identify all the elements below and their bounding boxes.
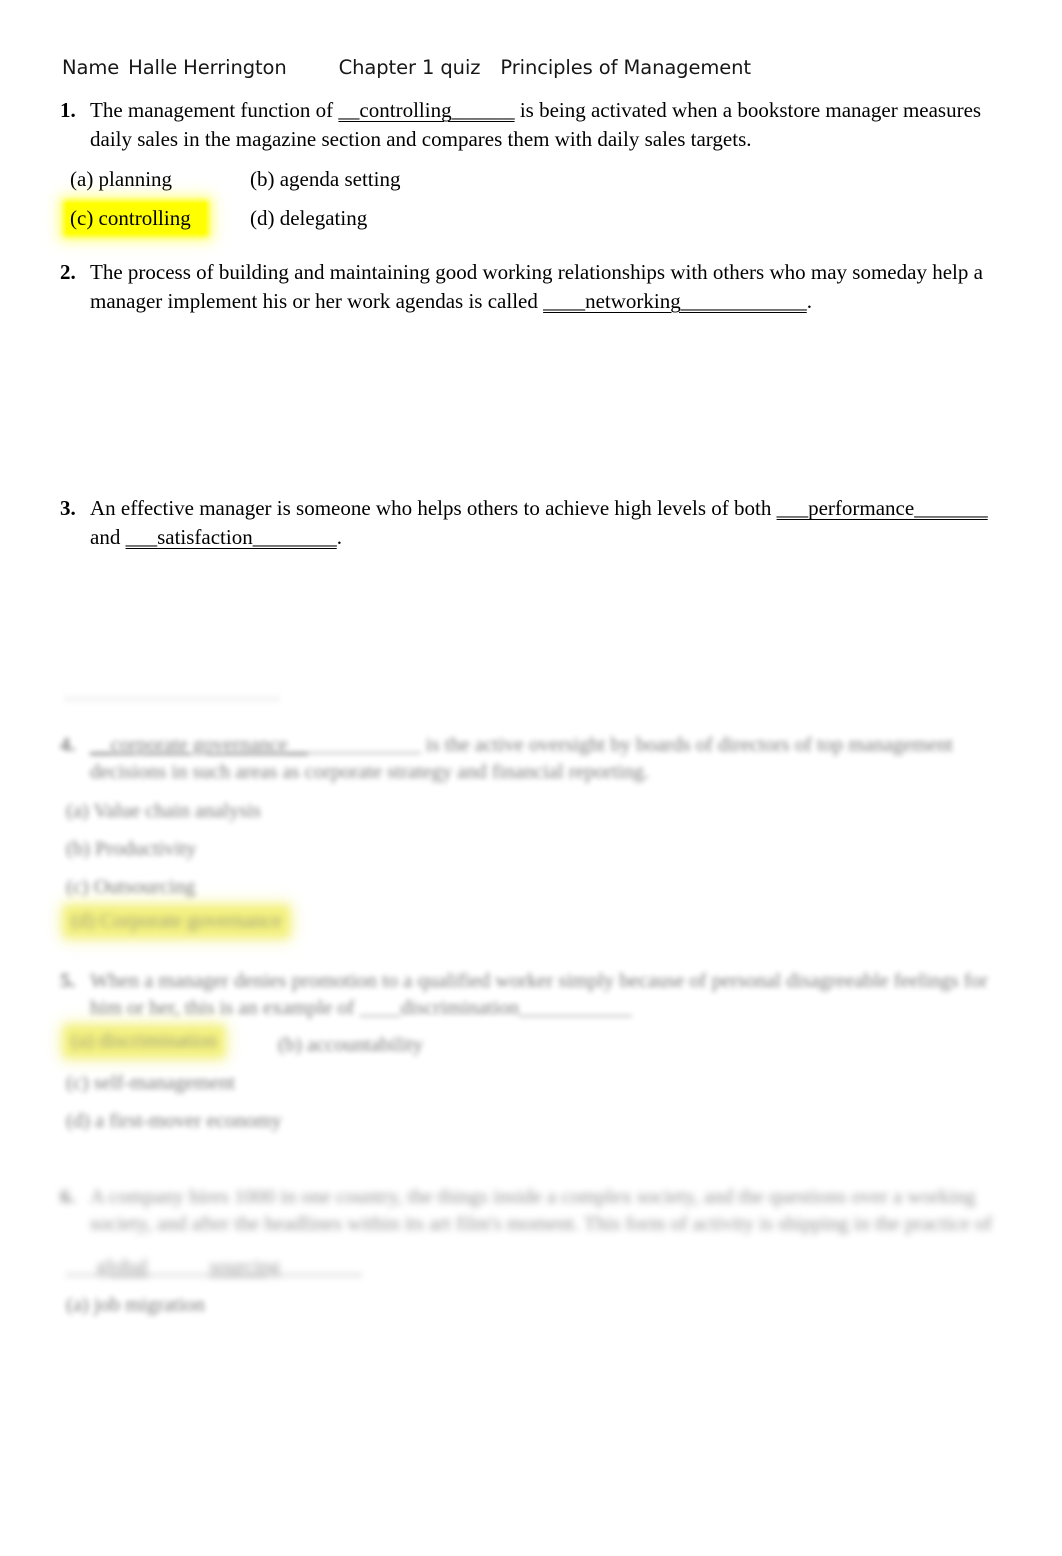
blurred-question-6-text: A company hires 1000 in one country, the… bbox=[90, 1186, 993, 1235]
blurred-question-6: 6. A company hires 1000 in one country, … bbox=[58, 1184, 1003, 1238]
question-2-number: 2. bbox=[60, 260, 76, 284]
blurred-question-5-number: 5. bbox=[60, 970, 76, 992]
question-3-text-after: . bbox=[336, 524, 342, 549]
blurred-question-6-number: 6. bbox=[60, 1186, 76, 1208]
question-1-options: (a) planning (b) agenda setting (c) cont… bbox=[66, 160, 404, 238]
blurred-option-5a[interactable]: (a) discrimination bbox=[66, 1028, 223, 1055]
question-3-number: 3. bbox=[60, 496, 76, 520]
header-student-name: Halle Herrington bbox=[128, 56, 287, 79]
blurred-question-4-number: 4. bbox=[60, 734, 76, 756]
question-1: 1. The management function of __controll… bbox=[58, 96, 988, 153]
question-3-answer-1: ___performance_______ bbox=[776, 496, 988, 520]
question-3-text-middle: and bbox=[90, 524, 126, 549]
blurred-question-5: 5. When a manager denies promotion to a … bbox=[58, 968, 1003, 1022]
blurred-option-4c[interactable]: (c) Outsourcing bbox=[66, 874, 195, 901]
question-3-answer-2: ___satisfaction________ bbox=[125, 524, 337, 549]
document-header: Name Halle Herrington Chapter 1 quiz Princi… bbox=[62, 56, 751, 79]
blurred-option-5d[interactable]: (d) a first-mover economy bbox=[66, 1108, 282, 1135]
question-3-text: An effective manager is someone who help… bbox=[90, 494, 998, 551]
question-2-text-before: The process of building and maintaining … bbox=[90, 260, 983, 313]
question-3: 3. An effective manager is someone who h… bbox=[58, 494, 998, 551]
question-1-answer: __controlling______ bbox=[338, 98, 515, 122]
blurred-question-5-text: When a manager denies promotion to a qua… bbox=[90, 970, 988, 1019]
blurred-option-5c[interactable]: (c) self-management bbox=[66, 1070, 235, 1097]
question-1-text-before: The management function of bbox=[90, 98, 339, 122]
document-page: Name Halle Herrington Chapter 1 quiz Princi… bbox=[0, 0, 1062, 1556]
blurred-option-4a[interactable]: (a) Value chain analysis bbox=[66, 798, 261, 825]
option-1c[interactable]: (c) controlling bbox=[66, 203, 206, 234]
header-quiz-title: Chapter 1 quiz bbox=[338, 56, 481, 79]
blurred-lower-section: 4. __corporate governance_____________ i… bbox=[0, 672, 1062, 1352]
blurred-question-4: 4. __corporate governance_____________ i… bbox=[58, 732, 1003, 786]
blurred-question-4-text: __corporate governance_____________ is t… bbox=[90, 734, 954, 783]
option-1d[interactable]: (d) delegating bbox=[246, 203, 371, 234]
question-2: 2. The process of building and maintaini… bbox=[58, 258, 988, 315]
header-name-label: Name bbox=[62, 56, 120, 79]
question-1-number: 1. bbox=[60, 98, 76, 122]
blurred-question-6-answer: ___global______sourcing________ bbox=[66, 1256, 363, 1278]
question-3-text-before: An effective manager is someone who help… bbox=[90, 496, 777, 520]
blurred-option-4d[interactable]: (d) Corporate governance bbox=[66, 908, 287, 935]
question-2-text-after: . bbox=[806, 288, 813, 313]
header-course-name: Principles of Management bbox=[500, 56, 751, 79]
section-divider bbox=[64, 698, 280, 700]
question-2-text: The process of building and maintaining … bbox=[90, 258, 988, 315]
question-2-answer: ____networking____________ bbox=[543, 288, 807, 313]
option-1a[interactable]: (a) planning bbox=[66, 164, 246, 195]
question-1-text: The management function of __controlling… bbox=[90, 96, 988, 153]
blurred-option-6a[interactable]: (a) job migration bbox=[66, 1292, 205, 1319]
blurred-option-4b[interactable]: (b) Productivity bbox=[66, 836, 196, 863]
blurred-option-5b[interactable]: (b) accountability bbox=[278, 1032, 423, 1059]
option-1b[interactable]: (b) agenda setting bbox=[246, 164, 404, 195]
